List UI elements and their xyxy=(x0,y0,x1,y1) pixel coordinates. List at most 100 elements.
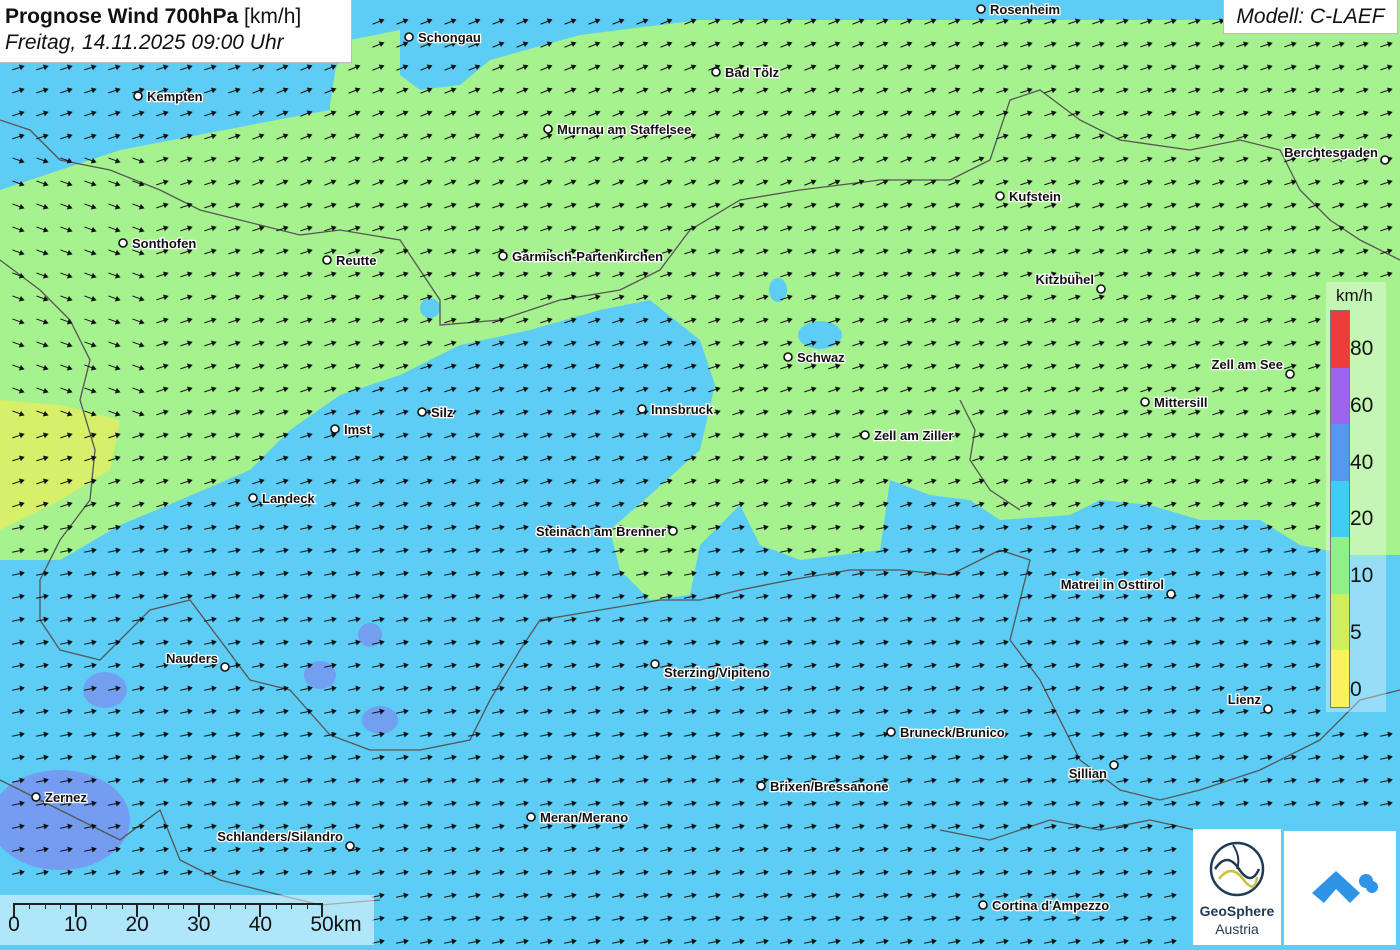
scale-bar-minor-tick xyxy=(183,903,185,909)
scale-bar: 0 10 20 30 40 50km xyxy=(0,895,374,945)
city-marker xyxy=(526,812,536,822)
color-legend: km/h 0 5 10 20 40 60 80 xyxy=(1326,282,1386,712)
city-marker xyxy=(1096,284,1106,294)
city-label: Mittersill xyxy=(1154,395,1207,410)
scale-bar-minor-tick xyxy=(106,903,108,909)
scale-bar-label: 10 xyxy=(63,913,88,936)
city-marker xyxy=(322,255,332,265)
legend-unit: km/h xyxy=(1336,286,1373,305)
city-label: Rosenheim xyxy=(990,2,1060,17)
scale-bar-minor-tick xyxy=(214,903,216,909)
city-marker xyxy=(543,124,553,134)
city-marker xyxy=(345,841,355,851)
model-label: Modell: C-LAEF xyxy=(1223,0,1398,34)
city-label: Meran/Merano xyxy=(540,810,628,825)
city-label: Zell am See xyxy=(1211,357,1283,372)
city-marker xyxy=(248,493,258,503)
mountain-cloud-icon xyxy=(1312,871,1378,903)
city-marker xyxy=(711,67,721,77)
geosphere-logo-sub: Austria xyxy=(1215,921,1259,937)
city-marker xyxy=(976,4,986,14)
scale-bar-label: 20 xyxy=(125,913,149,936)
legend-label: 60 xyxy=(1350,393,1374,417)
weather-app-logo[interactable] xyxy=(1284,831,1396,945)
scale-bar-minor-tick xyxy=(121,903,123,909)
city-marker xyxy=(1285,369,1295,379)
city-marker xyxy=(1166,589,1176,599)
map-title: Prognose Wind 700hPa [km/h] xyxy=(5,3,351,30)
city-marker xyxy=(31,792,41,802)
scale-bar-label: 30 xyxy=(187,913,211,936)
city-marker xyxy=(1380,155,1390,165)
city-marker xyxy=(978,900,988,910)
city-marker xyxy=(133,91,143,101)
city-label: Sillian xyxy=(1069,766,1107,781)
city-label: Kempten xyxy=(147,89,203,104)
city-marker xyxy=(404,32,414,42)
city-marker xyxy=(756,781,766,791)
purple-spot xyxy=(83,672,127,708)
legend-label: 20 xyxy=(1350,507,1374,531)
city-label: Sterzing/Vipiteno xyxy=(664,665,770,680)
city-label: Steinach am Brenner xyxy=(536,524,666,539)
scale-bar-minor-tick xyxy=(168,903,169,909)
city-marker xyxy=(1263,704,1273,714)
legend-swatch xyxy=(1331,310,1349,368)
city-marker xyxy=(860,430,870,440)
city-label: Cortina d'Ampezzo xyxy=(992,898,1109,913)
city-marker xyxy=(330,424,340,434)
scale-bar-minor-tick xyxy=(29,903,31,909)
city-marker xyxy=(783,352,793,362)
geosphere-logo-name: GeoSphere xyxy=(1199,903,1275,919)
legend-swatch xyxy=(1331,480,1349,538)
blue-lake xyxy=(798,321,842,349)
city-label: Lienz xyxy=(1228,692,1262,707)
legend-swatch xyxy=(1331,537,1349,594)
city-label: Reutte xyxy=(336,253,376,268)
city-marker xyxy=(220,662,230,672)
map-title-unit: [km/h] xyxy=(244,5,302,28)
scale-bar-minor-tick xyxy=(152,903,154,909)
city-label: Brixen/Bressanone xyxy=(770,779,889,794)
scale-bar-minor-tick xyxy=(60,903,62,909)
scale-bar-label: 50km xyxy=(310,913,362,936)
legend-label: 80 xyxy=(1350,336,1374,360)
legend-label: 0 xyxy=(1350,678,1362,701)
legend-swatch xyxy=(1331,650,1349,707)
city-label: Imst xyxy=(344,422,371,437)
scale-bar-minor-tick xyxy=(306,903,308,909)
legend-swatch xyxy=(1331,593,1349,651)
city-label: Zell am Ziller xyxy=(874,428,953,443)
city-label: Schwaz xyxy=(797,350,845,365)
city-marker xyxy=(668,526,678,536)
legend-swatch xyxy=(1331,424,1349,481)
city-marker xyxy=(995,191,1005,201)
city-label: Schongau xyxy=(418,30,481,45)
city-label: Berchtesgaden xyxy=(1284,145,1378,160)
city-marker xyxy=(1140,397,1150,407)
city-label: Landeck xyxy=(262,491,316,506)
scale-bar-minor-tick xyxy=(91,903,92,909)
city-label: Schlanders/Silandro xyxy=(217,829,343,844)
city-label: Garmisch-Partenkirchen xyxy=(512,249,663,264)
scale-bar-minor-tick xyxy=(229,903,231,909)
geosphere-emblem-icon xyxy=(1209,841,1265,897)
wind-map[interactable]: Rosenheim Schongau Kempten Bad Tölz Murnau a… xyxy=(0,0,1400,945)
legend-scale xyxy=(1330,310,1350,708)
city-marker xyxy=(498,251,508,261)
geosphere-logo[interactable]: GeoSphere Austria xyxy=(1193,829,1281,945)
city-label: Matrei in Osttirol xyxy=(1061,577,1164,592)
scale-bar-minor-tick xyxy=(44,903,46,909)
city-marker xyxy=(650,659,660,669)
city-label: Bruneck/Brunico xyxy=(900,725,1005,740)
scale-bar-label: 40 xyxy=(248,913,273,936)
blue-lake xyxy=(420,298,440,318)
city-label: Murnau am Staffelsee xyxy=(557,122,691,137)
title-panel: Prognose Wind 700hPa [km/h] Freitag, 14.… xyxy=(0,0,352,63)
city-label: Silz xyxy=(431,405,454,420)
city-label: Innsbruck xyxy=(651,402,714,417)
city-marker xyxy=(637,404,647,414)
city-label: Nauders xyxy=(166,651,218,666)
legend-label: 5 xyxy=(1350,621,1362,645)
legend-label: 10 xyxy=(1350,564,1374,588)
